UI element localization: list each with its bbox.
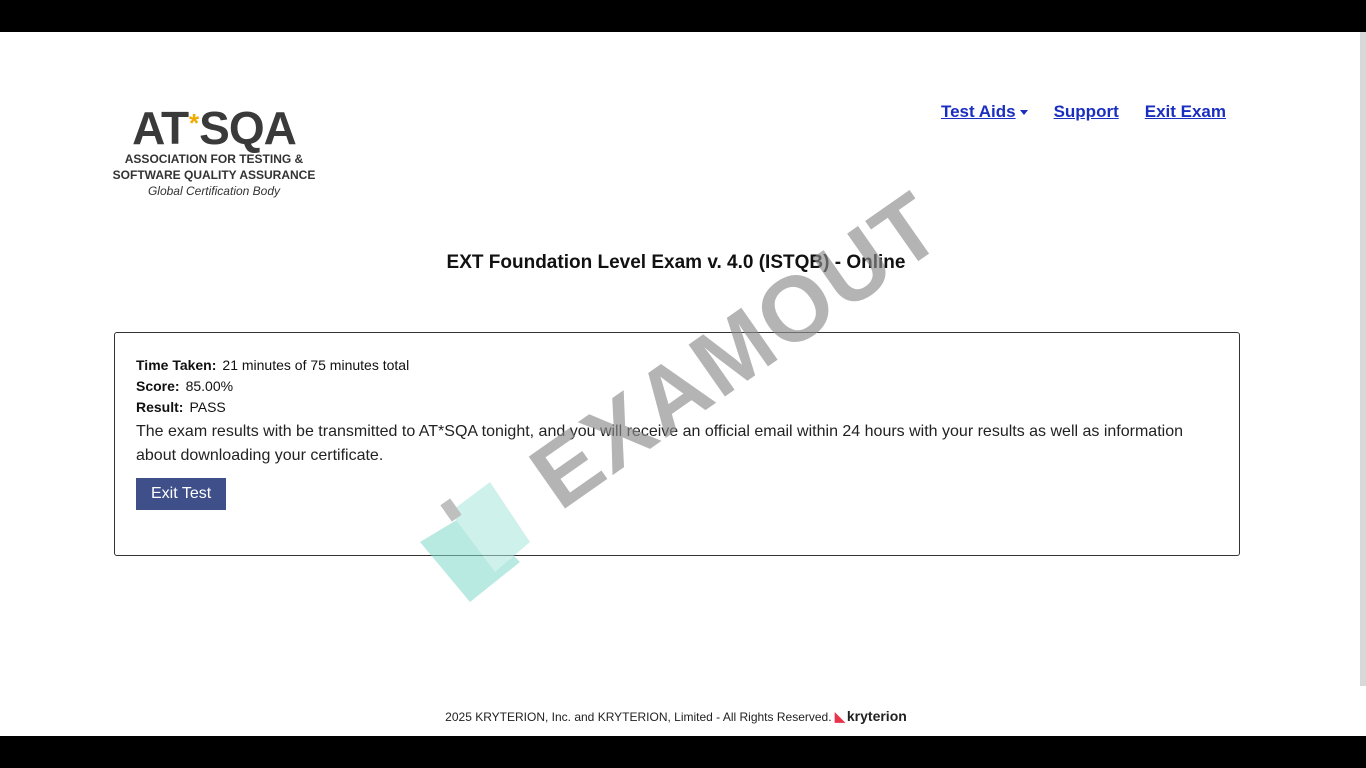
exit-exam-link[interactable]: Exit Exam: [1145, 102, 1226, 122]
score-row: Score: 85.00%: [136, 376, 1218, 397]
exam-results-page: AT*SQA ASSOCIATION FOR TESTING & SOFTWAR…: [0, 32, 1366, 736]
logo-star-icon: *: [189, 108, 199, 138]
kryterion-brand: kryterion: [846, 708, 907, 724]
exit-test-button[interactable]: Exit Test: [136, 478, 227, 510]
results-message: The exam results with be transmitted to …: [136, 423, 1183, 464]
logo-wordmark: AT*SQA: [112, 100, 316, 151]
result-row: Result: PASS: [136, 397, 1218, 418]
time-taken-value: 21 minutes of 75 minutes total: [222, 357, 410, 373]
kryterion-logo-icon: ◣: [834, 709, 845, 724]
score-value: 85.00%: [185, 378, 234, 394]
support-link[interactable]: Support: [1054, 102, 1119, 122]
caret-down-icon: [1019, 109, 1028, 115]
exam-title: EXT Foundation Level Exam v. 4.0 (ISTQB)…: [446, 252, 906, 273]
result-value: PASS: [189, 399, 226, 415]
score-label: Score:: [136, 378, 180, 394]
logo-tagline: Global Certification Body: [147, 184, 281, 198]
logo-mark-left: AT: [132, 102, 189, 154]
result-panel: Time Taken: 21 minutes of 75 minutes tota…: [114, 332, 1240, 556]
time-taken-label: Time Taken:: [136, 357, 217, 373]
scrollbar[interactable]: [1360, 32, 1366, 686]
footer: 2025 KRYTERION, Inc. and KRYTERION, Limi…: [0, 708, 1352, 725]
footer-copyright: 2025 KRYTERION, Inc. and KRYTERION, Limi…: [445, 710, 832, 724]
time-taken-row: Time Taken: 21 minutes of 75 minutes tota…: [136, 355, 1218, 376]
result-label: Result:: [136, 399, 184, 415]
letterbox-bottom: [0, 736, 1366, 768]
test-aids-menu[interactable]: Test Aids: [941, 102, 1028, 122]
letterbox-top: [0, 0, 1366, 32]
top-nav: Test Aids Support Exit Exam: [941, 102, 1226, 122]
logo-line-1: ASSOCIATION FOR TESTING &: [124, 152, 304, 166]
atsqa-logo: AT*SQA ASSOCIATION FOR TESTING & SOFTWAR…: [112, 100, 316, 199]
logo-mark-right: SQA: [199, 102, 297, 154]
logo-line-2: SOFTWARE QUALITY ASSURANCE: [112, 168, 316, 182]
test-aids-label: Test Aids: [940, 102, 1016, 121]
